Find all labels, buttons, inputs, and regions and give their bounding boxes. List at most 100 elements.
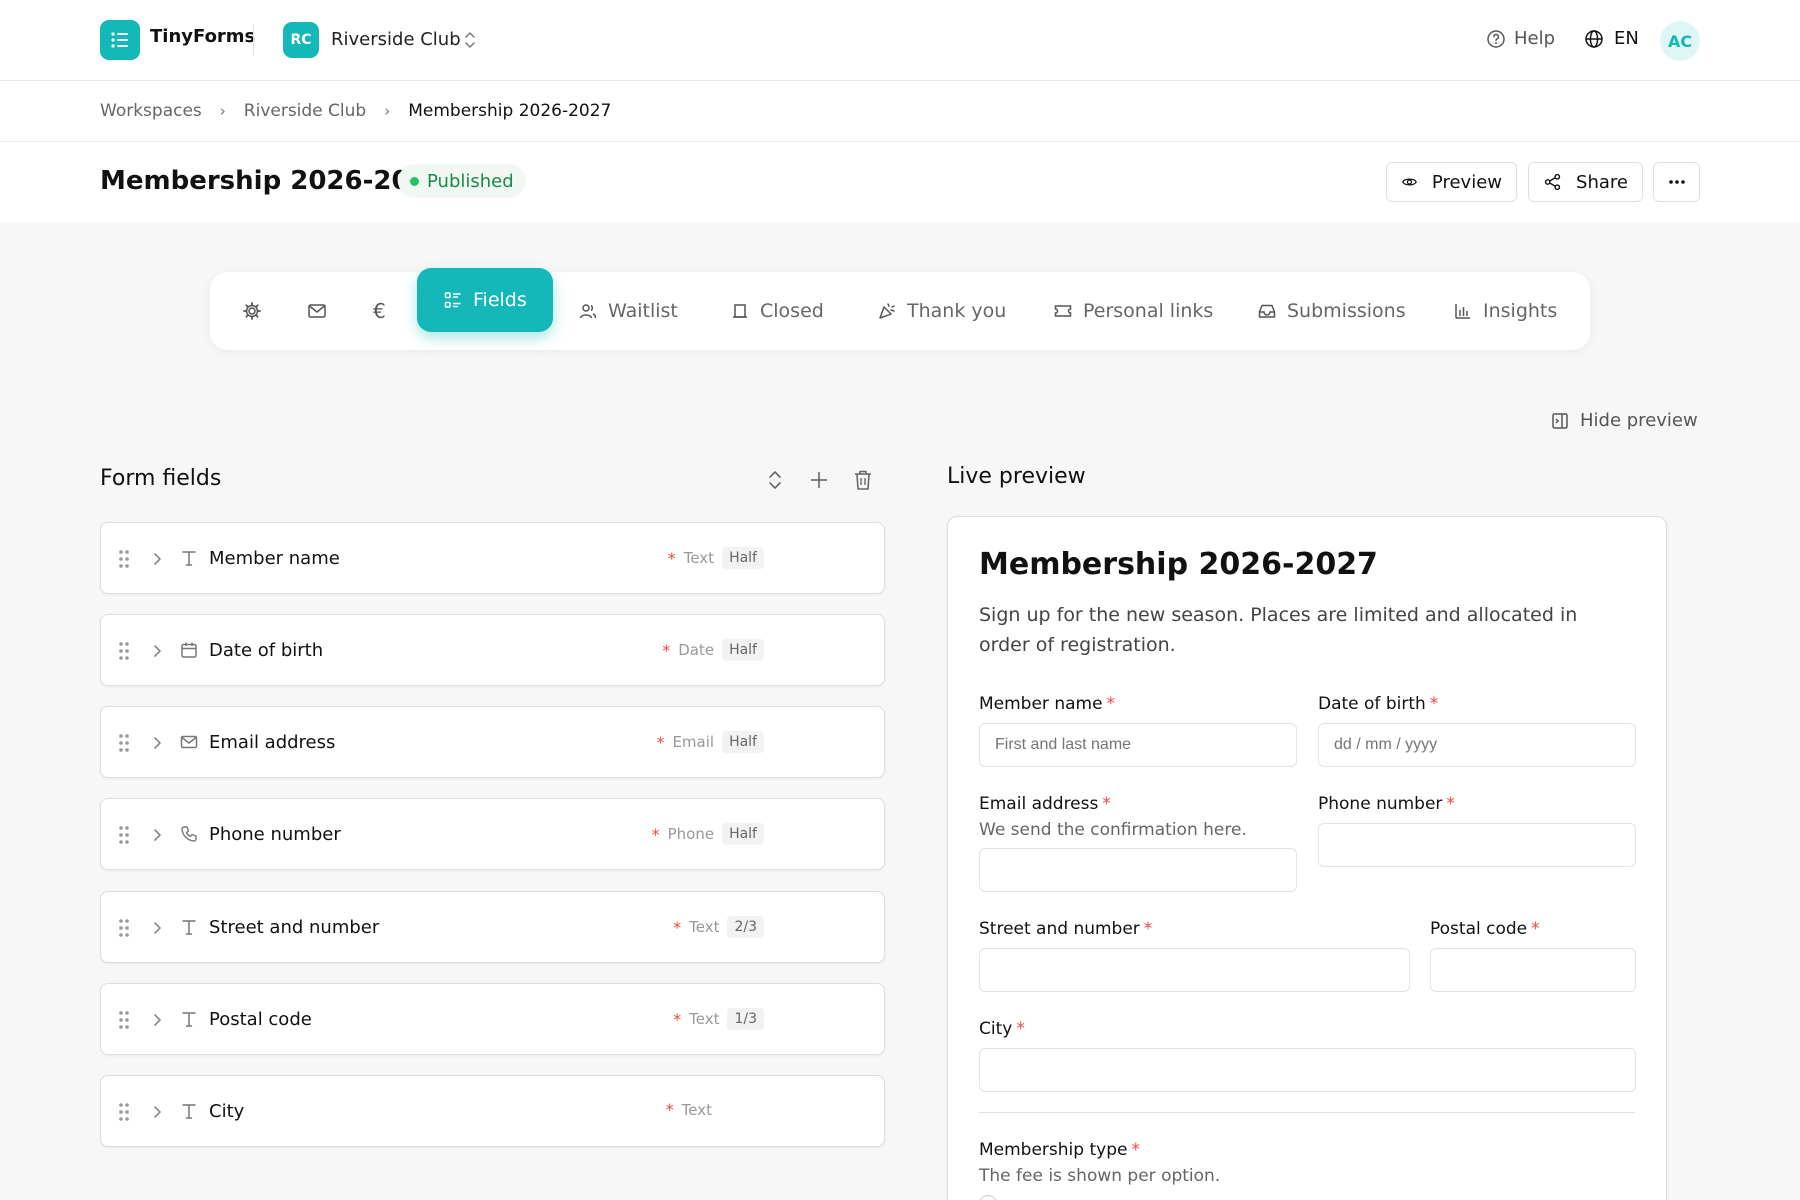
field-meta: * Text Half	[668, 547, 764, 569]
field-meta: * Date Half	[662, 639, 764, 661]
tab-closed-label: Closed	[760, 300, 824, 322]
field-width-badge: Half	[722, 639, 764, 661]
preview-label-date-of-birth: Date of birth *	[1318, 694, 1438, 714]
label-text: City	[979, 1019, 1013, 1039]
calendar-icon	[181, 642, 197, 658]
mail-icon	[308, 304, 326, 318]
status-dot-icon	[410, 176, 419, 186]
drag-handle-icon[interactable]	[118, 918, 130, 938]
tab-personal-links[interactable]: Personal links	[1053, 272, 1213, 350]
page-title: Membership 2026-2027	[100, 166, 446, 196]
users-icon	[579, 304, 597, 319]
divider	[253, 24, 254, 56]
brand-name[interactable]: TinyForms	[150, 26, 255, 47]
preview-label-member-name: Member name *	[979, 694, 1115, 714]
preview-label: Preview	[1431, 171, 1502, 193]
share-button[interactable]: Share	[1528, 162, 1643, 202]
tab-fields[interactable]: Fields	[417, 268, 553, 332]
field-name: Member name	[209, 548, 340, 569]
tab-insights-label: Insights	[1483, 300, 1558, 322]
language-label: EN	[1614, 28, 1639, 49]
chevron-right-icon[interactable]	[151, 1103, 163, 1121]
tab-waitlist[interactable]: Waitlist	[578, 272, 678, 350]
field-name: Email address	[209, 732, 336, 753]
chevron-right-icon[interactable]	[151, 734, 163, 752]
add-field-icon[interactable]	[808, 469, 830, 491]
membership-radio[interactable]	[979, 1195, 997, 1200]
required-mark: *	[1446, 794, 1455, 814]
label-text: Date of birth	[1318, 694, 1426, 714]
help-link[interactable]: Help	[1486, 28, 1555, 49]
workspace-badge[interactable]: RC	[283, 22, 319, 58]
preview-email-input[interactable]	[979, 848, 1297, 892]
required-mark: *	[1531, 919, 1540, 939]
preview-city-input[interactable]	[979, 1048, 1636, 1092]
share-label: Share	[1576, 171, 1628, 193]
tab-thank-you[interactable]: Thank you	[877, 272, 1006, 350]
tab-submissions[interactable]: Submissions	[1257, 272, 1406, 350]
drag-handle-icon[interactable]	[118, 641, 130, 661]
tab-thank-you-label: Thank you	[907, 300, 1007, 322]
preview-street-input[interactable]	[979, 948, 1410, 992]
drag-handle-icon[interactable]	[118, 1010, 130, 1030]
field-card[interactable]: Email address * Email Half	[100, 706, 885, 778]
preview-label-postal-code: Postal code *	[1430, 919, 1540, 939]
brand-logo-icon[interactable]	[100, 20, 140, 60]
gear-icon	[243, 302, 261, 320]
field-card[interactable]: Date of birth * Date Half	[100, 614, 885, 686]
tab-emails[interactable]	[307, 272, 327, 350]
field-name: Postal code	[209, 1009, 312, 1030]
preview-member-name-input[interactable]	[979, 723, 1297, 767]
field-card[interactable]: City * Text	[100, 1075, 885, 1147]
preview-date-of-birth-input[interactable]	[1318, 723, 1636, 767]
field-card[interactable]: Street and number * Text 2/3	[100, 891, 885, 963]
hide-preview-button[interactable]: Hide preview	[1550, 410, 1698, 431]
required-mark: *	[1143, 919, 1153, 939]
required-mark: *	[667, 548, 676, 568]
preview-label-membership-type: Membership type *	[979, 1140, 1140, 1160]
user-avatar[interactable]: AC	[1660, 21, 1700, 61]
preview-help-email: We send the confirmation here.	[979, 820, 1247, 840]
chevron-right-icon[interactable]	[151, 919, 163, 937]
chevron-right-icon[interactable]	[151, 642, 163, 660]
tab-insights[interactable]: Insights	[1453, 272, 1557, 350]
tab-closed[interactable]: Closed	[730, 272, 824, 350]
label-text: Email address	[979, 794, 1099, 814]
field-card[interactable]: Phone number * Phone Half	[100, 798, 885, 870]
preview-form-title: Membership 2026-2027	[979, 547, 1378, 582]
help-icon	[1487, 29, 1505, 48]
drag-handle-icon[interactable]	[118, 549, 130, 569]
label-text: Member name	[979, 694, 1103, 714]
preview-button[interactable]: Preview	[1386, 162, 1517, 202]
more-button[interactable]	[1653, 162, 1700, 202]
workspace-name[interactable]: Riverside Club	[331, 29, 461, 50]
preview-postal-code-input[interactable]	[1430, 948, 1636, 992]
drag-handle-icon[interactable]	[118, 1102, 130, 1122]
chevron-right-icon[interactable]	[151, 1011, 163, 1029]
field-name: City	[209, 1101, 245, 1122]
expand-collapse-icon[interactable]	[764, 468, 786, 492]
breadcrumb-workspaces[interactable]: Workspaces	[100, 101, 202, 121]
hide-preview-label: Hide preview	[1580, 410, 1698, 431]
chevron-right-icon[interactable]	[151, 550, 163, 568]
chevron-right-icon[interactable]	[151, 826, 163, 844]
field-card[interactable]: Member name * Text Half	[100, 522, 885, 594]
form-tabs: € Fields Waitlist Closed Thank you Perso…	[210, 268, 1590, 350]
closed-sign-icon	[733, 304, 747, 318]
required-mark: *	[1106, 694, 1116, 714]
field-card[interactable]: Postal code * Text 1/3	[100, 983, 885, 1055]
tab-settings[interactable]	[242, 272, 262, 350]
required-mark: *	[665, 1100, 674, 1119]
trash-icon[interactable]	[852, 468, 874, 492]
field-meta: * Phone Half	[652, 823, 764, 845]
drag-handle-icon[interactable]	[118, 825, 130, 845]
language-switch[interactable]: EN	[1584, 28, 1639, 49]
drag-handle-icon[interactable]	[118, 733, 130, 753]
tab-fields-label: Fields	[473, 289, 527, 311]
workspace-switch-icon[interactable]	[462, 28, 478, 52]
label-text: Membership type	[979, 1140, 1128, 1160]
breadcrumb-workspace[interactable]: Riverside Club	[244, 101, 366, 121]
tab-payments[interactable]: €	[373, 272, 386, 350]
label-text: Postal code	[1430, 919, 1528, 939]
preview-phone-input[interactable]	[1318, 823, 1636, 867]
